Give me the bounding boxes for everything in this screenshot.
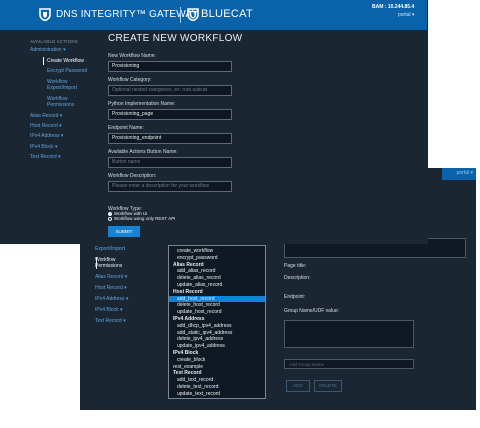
- back-header-strip: portal ▾: [442, 168, 476, 180]
- field-label: Endpoint Name:: [108, 125, 144, 131]
- create-workflow-window: DNS INTEGRITY™ GATEWAY BLUECAT BAM : 10.…: [0, 0, 428, 244]
- field-label: Python Implementation Name:: [108, 101, 176, 107]
- endpoint-label: Endpoint:: [284, 294, 306, 300]
- group-name-input[interactable]: Add Group Name: [284, 359, 414, 369]
- workflow-list-item[interactable]: add_static_ipv4_address: [169, 330, 265, 336]
- group-list-box[interactable]: [284, 320, 414, 348]
- description-label: Description:: [284, 275, 311, 281]
- workflow-list-item[interactable]: encrypt_password: [169, 255, 265, 261]
- sidebar-item[interactable]: Alias Record ▾: [30, 113, 62, 119]
- back-sidebar-item[interactable]: Text Record ▾: [95, 318, 126, 324]
- header-divider: [180, 7, 181, 23]
- sidebar-item[interactable]: Permissions: [47, 102, 74, 108]
- workflow-list-item[interactable]: IPv4 Block: [169, 350, 265, 356]
- workflow-list-item[interactable]: add_dhcp_ipv4_address: [169, 323, 265, 329]
- back-sidebar-item[interactable]: IPv4 Address ▾: [95, 296, 128, 302]
- sidebar-item[interactable]: IPv4 Block ▾: [30, 144, 58, 150]
- group-name-label: Group Name/UDF value:: [284, 308, 340, 314]
- page-title-label: Page title:: [284, 263, 307, 269]
- server-address: 10.244.85.4: [387, 4, 415, 10]
- workflow-list-item[interactable]: delete_ipv4_address: [169, 336, 265, 342]
- server-label: BAM :: [372, 4, 387, 10]
- back-sidebar-item[interactable]: Permissions: [95, 263, 122, 269]
- bluecat-logo-icon: [187, 8, 199, 21]
- back-sidebar-item[interactable]: Export/Import: [95, 246, 125, 252]
- product-title: DNS INTEGRITY™ GATEWAY: [56, 9, 199, 20]
- form-input[interactable]: Button name: [108, 157, 232, 168]
- field-label: New Workflow Name:: [108, 53, 156, 59]
- back-sidebar-item[interactable]: IPv4 Block ▾: [95, 307, 123, 313]
- field-label: Workflow Description:: [108, 173, 157, 179]
- workflow-list-item[interactable]: delete_text_record: [169, 384, 265, 390]
- workflow-list-item[interactable]: rest_example: [169, 364, 265, 370]
- workflow-list-item[interactable]: update_ipv4_address: [169, 343, 265, 349]
- radio-dot-icon: [108, 216, 112, 221]
- workflow-type-radio[interactable]: Workflow using only REST API: [108, 216, 175, 221]
- field-label: Workflow Category:: [108, 77, 152, 83]
- form-input[interactable]: Provisioning_endpoint: [108, 133, 232, 144]
- workflow-list-item[interactable]: update_host_record: [169, 309, 265, 315]
- workflow-list-item[interactable]: Alias Record: [169, 262, 265, 268]
- sidebar-item[interactable]: Host Record ▾: [30, 123, 62, 129]
- workflow-list[interactable]: create_workflow encrypt_password Alias Rec…: [168, 245, 266, 399]
- page-title: CREATE NEW WORKFLOW: [108, 33, 243, 44]
- sidebar-item[interactable]: Export/Import: [47, 85, 77, 91]
- shield-logo-icon: [39, 8, 51, 21]
- workflow-list-item[interactable]: delete_alias_record: [169, 275, 265, 281]
- sidebar-item[interactable]: Text Record ▾: [30, 154, 61, 160]
- form-input[interactable]: Please enter a description for your work…: [108, 181, 232, 192]
- sidebar-heading: AVAILABLE ACTIONS: [30, 39, 79, 44]
- workflow-list-item[interactable]: create_workflow: [169, 248, 265, 254]
- form-input[interactable]: Provisioning: [108, 61, 232, 72]
- server-info: BAM : 10.244.85.4: [372, 4, 414, 10]
- workflow-list-item[interactable]: IPv4 Address: [169, 316, 265, 322]
- sidebar-item[interactable]: Administration ▾: [30, 47, 66, 53]
- form-input[interactable]: Optional nested categories, ex: root.sub…: [108, 85, 232, 96]
- workflow-list-item[interactable]: add_host_record: [169, 295, 265, 302]
- sidebar-item[interactable]: Create Workflow: [47, 58, 84, 64]
- workflow-list-item[interactable]: create_block: [169, 357, 265, 363]
- form-input[interactable]: Provisioning_page: [108, 109, 232, 120]
- user-menu[interactable]: portal ▾: [398, 12, 414, 18]
- submit-button[interactable]: SUBMIT: [108, 226, 140, 237]
- workflow-list-item[interactable]: delete_host_record: [169, 302, 265, 308]
- app-header: DNS INTEGRITY™ GATEWAY BLUECAT BAM : 10.…: [0, 0, 427, 30]
- workflow-list-item[interactable]: add_text_record: [169, 377, 265, 383]
- add-button[interactable]: ADD: [286, 380, 310, 392]
- workflow-list-item[interactable]: Text Record: [169, 370, 265, 376]
- back-sidebar-item[interactable]: Host Record ▾: [95, 285, 127, 291]
- back-sidebar-item[interactable]: Alias Record ▾: [95, 274, 127, 280]
- radio-label: Workflow using only REST API: [114, 216, 176, 221]
- active-nav-indicator: [43, 57, 44, 65]
- workflow-list-item[interactable]: update_alias_record: [169, 282, 265, 288]
- workflow-list-item[interactable]: Host Record: [169, 289, 265, 295]
- back-user-menu[interactable]: portal ▾: [457, 170, 473, 176]
- radio-dot-icon: [108, 211, 112, 216]
- sidebar-item[interactable]: IPv4 Address ▾: [30, 133, 63, 139]
- field-label: Available Actions Button Name:: [108, 149, 178, 155]
- workflow-list-item[interactable]: update_text_record: [169, 391, 265, 397]
- sidebar-item[interactable]: Encrypt Password: [47, 68, 87, 74]
- delete-button[interactable]: DELETE: [314, 380, 342, 392]
- brand-name: BLUECAT: [201, 8, 254, 20]
- workflow-list-item[interactable]: add_alias_record: [169, 268, 265, 274]
